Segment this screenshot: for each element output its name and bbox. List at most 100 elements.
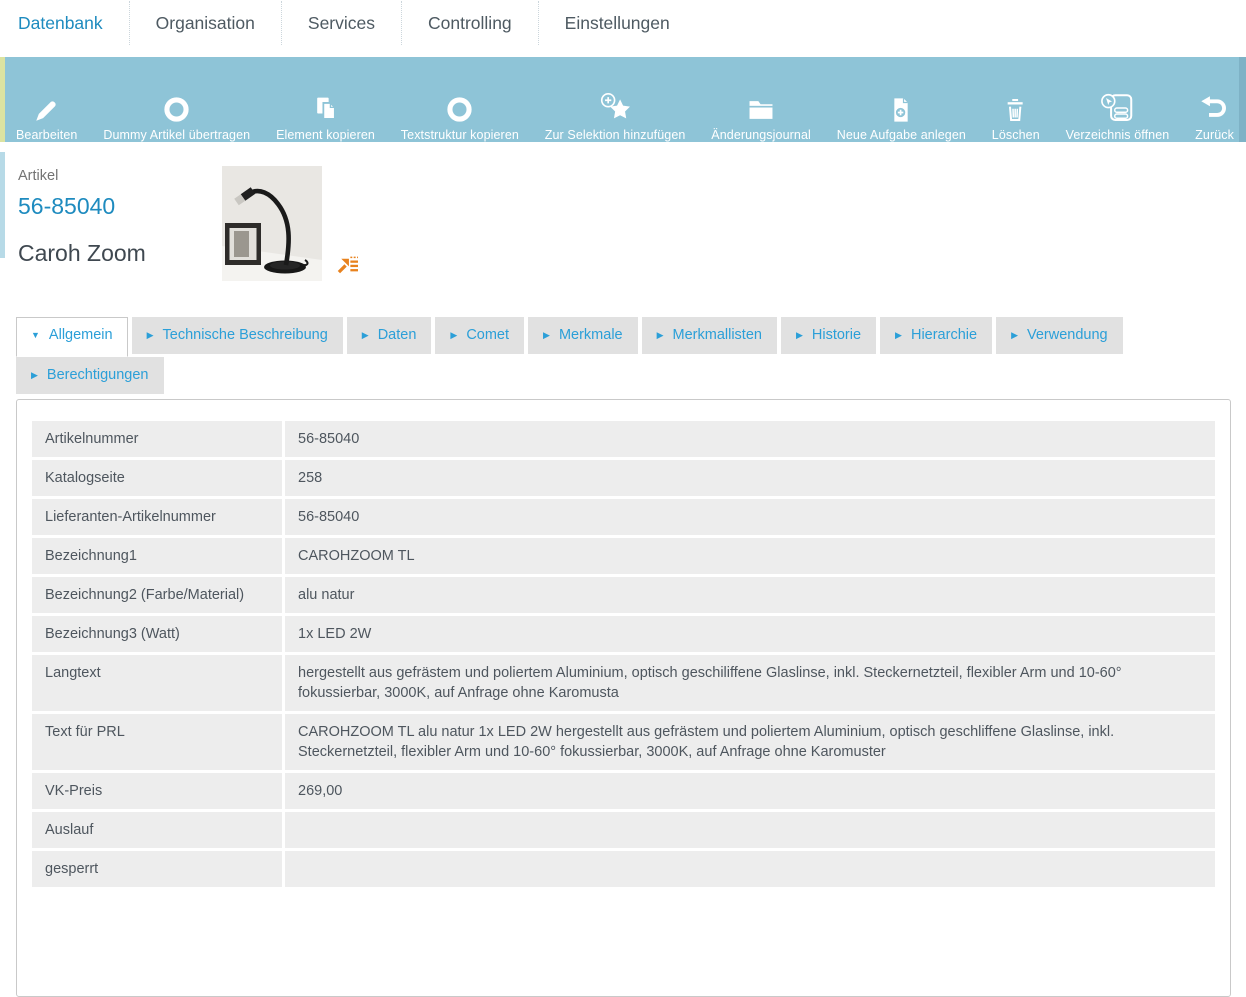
field-value: CAROHZOOM TL — [285, 538, 1215, 574]
tab-row-1: ▼ Allgemein ▶ Technische Beschreibung ▶ Daten… — [16, 317, 1246, 357]
tab-comet[interactable]: ▶ Comet — [435, 317, 525, 354]
tab-allgemein[interactable]: ▼ Allgemein — [16, 317, 128, 357]
article-meta: Artikel 56-85040 Caroh Zoom — [18, 164, 222, 267]
field-value: hergestellt aus gefrästem und poliertem … — [285, 655, 1215, 711]
toolbar-button-zurück[interactable]: Zurück — [1195, 91, 1234, 142]
tab-merkmallisten[interactable]: ▶ Merkmallisten — [641, 317, 777, 354]
tab-hierarchie[interactable]: ▶ Hierarchie — [880, 317, 993, 354]
field-value: 258 — [285, 460, 1215, 496]
toolbar-button-label: Neue Aufgabe anlegen — [836, 128, 966, 142]
tab-verwendung[interactable]: ▶ Verwendung — [996, 317, 1123, 354]
caret-right-icon: ▶ — [146, 329, 154, 340]
tab-bar: ▼ Allgemein ▶ Technische Beschreibung ▶ Daten… — [16, 317, 1246, 394]
toolbar-button-label: Zurück — [1195, 128, 1234, 142]
caret-down-icon: ▼ — [31, 329, 40, 340]
toolbar-button-label: Textstruktur kopieren — [400, 128, 519, 142]
field-value: 56-85040 — [285, 421, 1215, 457]
form-row-bezeichnung3-watt: Bezeichnung3 (Watt) 1x LED 2W — [32, 616, 1215, 652]
field-label: Text für PRL — [32, 714, 282, 770]
toolbar-right-edge-strip — [1239, 57, 1246, 142]
nav-item-services[interactable]: Services — [280, 1, 401, 45]
article-type-label: Artikel — [18, 168, 59, 184]
toolbar-button-dummy-artikel-übertragen[interactable]: Dummy Artikel übertragen — [103, 91, 250, 142]
product-image[interactable] — [222, 166, 322, 281]
tab-technische-beschreibung[interactable]: ▶ Technische Beschreibung — [131, 317, 343, 354]
form-row-vk-preis: VK-Preis 269,00 — [32, 773, 1215, 809]
tab-label: Hierarchie — [910, 327, 978, 343]
tab-label: Berechtigungen — [46, 367, 149, 383]
tab-label: Allgemein — [48, 327, 113, 343]
toolbar-button-label: Änderungsjournal — [711, 128, 811, 142]
toolbar-button-label: Element kopieren — [276, 128, 375, 142]
field-label: Bezeichnung3 (Watt) — [32, 616, 282, 652]
field-value: 1x LED 2W — [285, 616, 1215, 652]
field-value — [285, 812, 1215, 848]
nav-item-einstellungen[interactable]: Einstellungen — [537, 1, 696, 45]
undo-icon — [1198, 91, 1231, 125]
article-number: 56-85040 — [18, 193, 116, 219]
tab-label: Comet — [466, 327, 510, 343]
tab-berechtigungen[interactable]: ▶ Berechtigungen — [16, 357, 164, 394]
folder-icon — [745, 91, 777, 125]
field-label: Artikelnummer — [32, 421, 282, 457]
toolbar-button-löschen[interactable]: Löschen — [992, 91, 1040, 142]
tab-historie[interactable]: ▶ Historie — [780, 317, 877, 354]
toolbar-container: Bearbeiten Dummy Artikel übertragen Elemen… — [0, 57, 1246, 142]
open-in-list-icon[interactable] — [336, 254, 359, 275]
nav-item-organisation[interactable]: Organisation — [128, 1, 281, 45]
article-header: Artikel 56-85040 Caroh Zoom — [0, 150, 1246, 281]
toolbar-left-edge-strip — [0, 57, 5, 142]
star-plus-icon — [597, 91, 634, 125]
toolbar-button-zur-selektion-hinzufügen[interactable]: Zur Selektion hinzufügen — [545, 91, 686, 142]
field-label: gesperrt — [32, 851, 282, 887]
field-label: Bezeichnung2 (Farbe/Material) — [32, 577, 282, 613]
toolbar-button-neue-aufgabe-anlegen[interactable]: Neue Aufgabe anlegen — [837, 91, 966, 142]
top-navigation: Datenbank Organisation Services Controlling… — [0, 0, 1246, 46]
detail-panel: Artikelnummer 56-85040 Katalogseite 258 Lief… — [16, 399, 1231, 997]
field-label: VK-Preis — [32, 773, 282, 809]
tab-label: Historie — [811, 327, 862, 343]
field-label: Lieferanten-Artikelnummer — [32, 499, 282, 535]
circle-icon — [160, 91, 193, 125]
nav-item-controlling[interactable]: Controlling — [401, 1, 538, 45]
nav-item-datenbank[interactable]: Datenbank — [10, 1, 129, 45]
form-row-text-für-prl: Text für PRL CAROHZOOM TL alu natur 1x LE… — [32, 714, 1215, 770]
tab-label: Merkmale — [558, 327, 623, 343]
field-label: Bezeichnung1 — [32, 538, 282, 574]
form-row-langtext: Langtext hergestellt aus gefrästem und po… — [32, 655, 1215, 711]
caret-right-icon: ▶ — [361, 329, 369, 340]
form-row-katalogseite: Katalogseite 258 — [32, 460, 1215, 496]
pencil-icon — [31, 91, 62, 125]
trash-icon — [1001, 91, 1031, 125]
field-value: CAROHZOOM TL alu natur 1x LED 2W hergest… — [285, 714, 1215, 770]
tab-daten[interactable]: ▶ Daten — [346, 317, 432, 354]
document-plus-icon — [886, 91, 916, 125]
article-form-table: Artikelnummer 56-85040 Katalogseite 258 Lief… — [29, 418, 1218, 890]
toolbar-button-verzeichnis-öffnen[interactable]: Verzeichnis öffnen — [1066, 91, 1170, 142]
toolbar-button-textstruktur-kopieren[interactable]: Textstruktur kopieren — [401, 91, 519, 142]
form-row-lieferanten-artikelnummer: Lieferanten-Artikelnummer 56-85040 — [32, 499, 1215, 535]
form-row-bezeichnung2-farbe-material: Bezeichnung2 (Farbe/Material) alu natur — [32, 577, 1215, 613]
form-row-auslauf: Auslauf — [32, 812, 1215, 848]
field-label: Langtext — [32, 655, 282, 711]
circle-icon — [443, 91, 476, 125]
tab-merkmale[interactable]: ▶ Merkmale — [528, 317, 638, 354]
toolbar-button-änderungsjournal[interactable]: Änderungsjournal — [711, 91, 811, 142]
caret-right-icon: ▶ — [543, 329, 550, 340]
toolbar-button-element-kopieren[interactable]: Element kopieren — [276, 91, 375, 142]
toolbar-button-label: Verzeichnis öffnen — [1065, 128, 1170, 142]
field-label: Katalogseite — [32, 460, 282, 496]
tab-label: Verwendung — [1026, 327, 1108, 343]
header-accent-bar — [0, 152, 5, 258]
caret-right-icon: ▶ — [895, 329, 902, 340]
caret-right-icon: ▶ — [656, 329, 664, 340]
article-name: Caroh Zoom — [18, 240, 146, 266]
field-value: 269,00 — [285, 773, 1215, 809]
tab-label: Merkmallisten — [672, 327, 762, 343]
toolbar-button-label: Löschen — [991, 128, 1040, 142]
field-label: Auslauf — [32, 812, 282, 848]
form-row-artikelnummer: Artikelnummer 56-85040 — [32, 421, 1215, 457]
toolbar: Bearbeiten Dummy Artikel übertragen Elemen… — [0, 57, 1246, 142]
toolbar-button-label: Dummy Artikel übertragen — [103, 128, 251, 142]
toolbar-button-bearbeiten[interactable]: Bearbeiten — [16, 91, 77, 142]
